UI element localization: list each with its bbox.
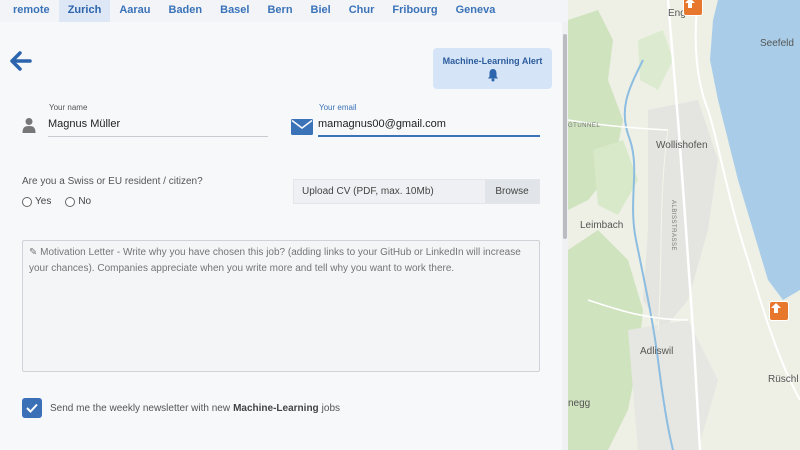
tab-bern[interactable]: Bern bbox=[258, 0, 301, 22]
job-pin-kilchberg[interactable] bbox=[769, 301, 789, 321]
radio-no[interactable] bbox=[65, 196, 76, 207]
newsletter-prefix: Send me the weekly newsletter with new bbox=[50, 402, 231, 414]
ml-alert-label: Machine-Learning Alert bbox=[442, 56, 543, 66]
newsletter-checkbox[interactable] bbox=[22, 398, 42, 418]
map-label-ruschlikon: Rüschl bbox=[768, 374, 799, 385]
email-underline bbox=[318, 135, 540, 137]
tab-geneva[interactable]: Geneva bbox=[447, 0, 505, 22]
tab-biel[interactable]: Biel bbox=[302, 0, 340, 22]
email-label: Your email bbox=[319, 103, 357, 112]
back-arrow-icon[interactable] bbox=[10, 50, 32, 72]
map-label-wollishofen: Wollishofen bbox=[656, 140, 708, 151]
check-icon bbox=[26, 403, 38, 413]
tab-baden[interactable]: Baden bbox=[160, 0, 212, 22]
name-label: Your name bbox=[49, 103, 88, 112]
application-form: Machine-Learning Alert Your name Your em… bbox=[0, 22, 562, 450]
city-tabs: remote Zurich Aarau Baden Basel Bern Bie… bbox=[0, 0, 568, 22]
residency-no[interactable]: No bbox=[65, 196, 91, 207]
user-icon bbox=[22, 118, 36, 133]
cv-upload[interactable]: Upload CV (PDF, max. 10Mb) Browse bbox=[293, 179, 540, 204]
map-label-tunnel: GTUNNEL bbox=[568, 123, 601, 129]
radio-no-label: No bbox=[78, 196, 92, 207]
residency-question: Are you a Swiss or EU resident / citizen… bbox=[22, 176, 203, 187]
tab-remote[interactable]: remote bbox=[4, 0, 59, 22]
map-label-albisstrasse: ALBISSTRASSE bbox=[670, 200, 676, 252]
map-label-adliswil: Adliswil bbox=[640, 346, 674, 357]
motivation-letter-input[interactable] bbox=[22, 240, 540, 372]
map-label-negg: negg bbox=[568, 398, 591, 409]
residency-options: Yes No bbox=[22, 196, 105, 207]
tab-basel[interactable]: Basel bbox=[211, 0, 258, 22]
form-scrollbar-thumb[interactable] bbox=[563, 34, 567, 239]
tab-aarau[interactable]: Aarau bbox=[110, 0, 159, 22]
newsletter-suffix: jobs bbox=[321, 402, 341, 414]
newsletter-option: Send me the weekly newsletter with new M… bbox=[22, 398, 340, 418]
browse-button[interactable]: Browse bbox=[485, 180, 539, 203]
job-pin-enge[interactable] bbox=[683, 0, 703, 16]
map-label-leimbach: Leimbach bbox=[580, 220, 624, 231]
map-label-seefeld: Seefeld bbox=[760, 38, 794, 49]
arrow-up-icon bbox=[685, 0, 695, 8]
tab-chur[interactable]: Chur bbox=[340, 0, 384, 22]
ml-alert-button[interactable]: Machine-Learning Alert bbox=[433, 48, 552, 89]
name-input[interactable] bbox=[48, 116, 268, 132]
radio-yes[interactable] bbox=[22, 196, 32, 207]
tab-fribourg[interactable]: Fribourg bbox=[383, 0, 446, 22]
newsletter-category: Machine-Learning bbox=[233, 402, 319, 414]
bell-icon bbox=[487, 69, 498, 82]
cv-upload-placeholder: Upload CV (PDF, max. 10Mb) bbox=[302, 186, 434, 197]
email-input[interactable] bbox=[318, 116, 538, 132]
job-map[interactable]: Enge Seefeld Wollishofen Leimbach Adlisw… bbox=[568, 0, 800, 450]
arrow-up-icon bbox=[771, 303, 781, 313]
name-underline bbox=[48, 136, 268, 137]
residency-yes[interactable]: Yes bbox=[22, 196, 51, 207]
tab-zurich[interactable]: Zurich bbox=[58, 0, 111, 22]
mail-icon bbox=[291, 119, 313, 135]
radio-yes-label: Yes bbox=[35, 196, 52, 207]
